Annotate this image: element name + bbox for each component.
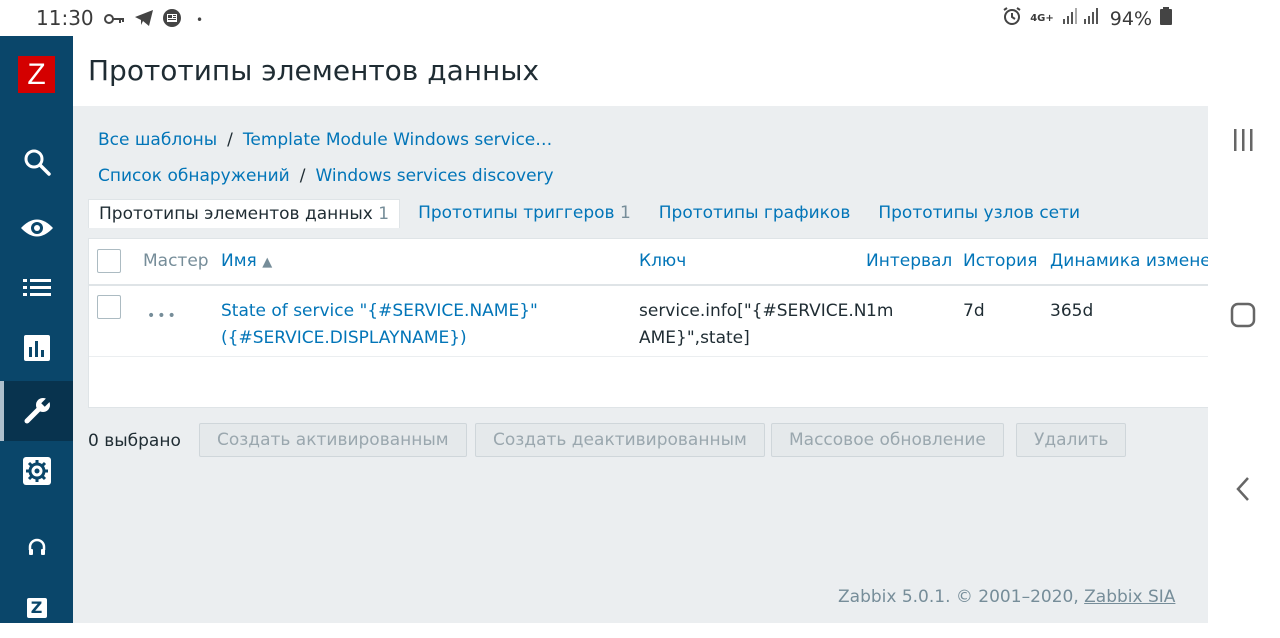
sidebar-item-search[interactable]	[0, 132, 73, 192]
breadcrumb-discovery: Список обнаружений / Windows services disc…	[98, 166, 554, 186]
main-sidebar: Z Z	[0, 36, 73, 623]
list-icon	[22, 278, 51, 298]
news-icon	[162, 8, 182, 32]
item-key: service.info["{#SERVICE.N AME}",state]	[639, 301, 867, 348]
network-type: 4G+	[1030, 13, 1054, 24]
sidebar-item-monitoring[interactable]	[0, 198, 73, 258]
item-trends: 365d	[1050, 301, 1094, 321]
mass-update-button[interactable]: Массовое обновление	[771, 423, 1004, 457]
recent-apps-icon[interactable]	[1230, 128, 1258, 156]
back-icon[interactable]	[1230, 476, 1258, 506]
alarm-icon	[1002, 6, 1022, 31]
select-all-checkbox[interactable]	[97, 249, 121, 273]
col-history[interactable]: История	[963, 251, 1037, 271]
page-title: Прототипы элементов данных	[88, 54, 540, 87]
status-time: 11:30	[36, 6, 94, 30]
key-icon	[104, 11, 126, 30]
selected-count: 0 выбрано	[88, 431, 181, 451]
breadcrumb-separator: /	[299, 166, 306, 186]
col-name-sort[interactable]: Имя ▲	[221, 251, 272, 271]
breadcrumb-separator: /	[227, 130, 233, 150]
col-trends[interactable]: Динамика изменений	[1050, 251, 1209, 271]
bar-chart-icon	[23, 335, 50, 361]
delete-button[interactable]: Удалить	[1016, 423, 1127, 457]
android-nav-bar	[1208, 0, 1280, 623]
signal-icon	[1062, 7, 1102, 30]
disable-button[interactable]: Создать деактивированным	[475, 423, 765, 457]
sidebar-item-inventory[interactable]	[0, 258, 73, 318]
sidebar-item-reports[interactable]	[0, 318, 73, 378]
tab-trigger-prototypes[interactable]: Прототипы триггеров 1	[408, 199, 641, 227]
sidebar-item-zabbix-share[interactable]: Z	[0, 578, 73, 638]
more-options-icon[interactable]: •••	[147, 308, 178, 324]
wrench-icon	[22, 396, 52, 426]
footer: Zabbix 5.0.1. © 2001–2020, Zabbix SIA	[838, 587, 1176, 607]
tab-graph-prototypes[interactable]: Прототипы графиков	[649, 199, 861, 227]
main-content: Все шаблоны / Template Module Windows serv…	[73, 106, 1209, 623]
item-interval: 1m	[866, 301, 894, 321]
gear-icon	[22, 457, 51, 485]
sidebar-item-configuration[interactable]	[0, 381, 73, 441]
row-checkbox[interactable]	[97, 295, 121, 319]
items-table: Мастер Имя ▲ Ключ Интервал История Динам…	[88, 238, 1209, 408]
telegram-icon	[134, 9, 154, 31]
item-name-link[interactable]: State of service "{#SERVICE.NAME}" ({#SE…	[221, 298, 538, 352]
table-header: Мастер Имя ▲ Ключ Интервал История Динам…	[89, 239, 1209, 286]
breadcrumb-template[interactable]: Template Module Windows service…	[243, 130, 552, 150]
tab-bar: Прототипы элементов данных 1 Прототипы т…	[88, 198, 1098, 228]
zabbix-share-icon: Z	[26, 598, 47, 618]
col-master: Мастер	[143, 251, 209, 271]
tab-item-prototypes[interactable]: Прототипы элементов данных 1	[88, 198, 401, 228]
enable-button[interactable]: Создать активированным	[199, 423, 467, 457]
breadcrumb-discovery-list[interactable]: Список обнаружений	[98, 166, 290, 186]
battery-level: 94%	[1109, 7, 1152, 30]
breadcrumb-discovery-rule[interactable]: Windows services discovery	[315, 166, 553, 186]
breadcrumb: Все шаблоны / Template Module Windows serv…	[98, 130, 552, 150]
home-icon[interactable]	[1230, 302, 1258, 332]
col-interval[interactable]: Интервал	[866, 251, 952, 271]
tab-host-prototypes[interactable]: Прототипы узлов сети	[868, 199, 1090, 227]
sidebar-item-administration[interactable]	[0, 441, 73, 501]
notification-dot-icon: •	[196, 13, 204, 27]
search-icon	[23, 148, 51, 176]
col-key[interactable]: Ключ	[639, 251, 686, 271]
item-history: 7d	[963, 301, 985, 321]
headset-icon	[27, 538, 47, 558]
page-header: Прототипы элементов данных	[73, 36, 1208, 107]
eye-icon	[20, 217, 54, 239]
zabbix-sia-link[interactable]: Zabbix SIA	[1084, 587, 1175, 607]
sidebar-item-support[interactable]	[0, 518, 73, 578]
status-bar: 11:30 • 4G+ 94%	[0, 0, 1208, 36]
sort-asc-icon: ▲	[262, 255, 273, 270]
zabbix-logo[interactable]: Z	[18, 56, 55, 93]
battery-icon	[1160, 7, 1172, 30]
table-row: ••• State of service "{#SERVICE.NAME}" (…	[89, 286, 1209, 357]
breadcrumb-all-templates[interactable]: Все шаблоны	[98, 130, 217, 150]
